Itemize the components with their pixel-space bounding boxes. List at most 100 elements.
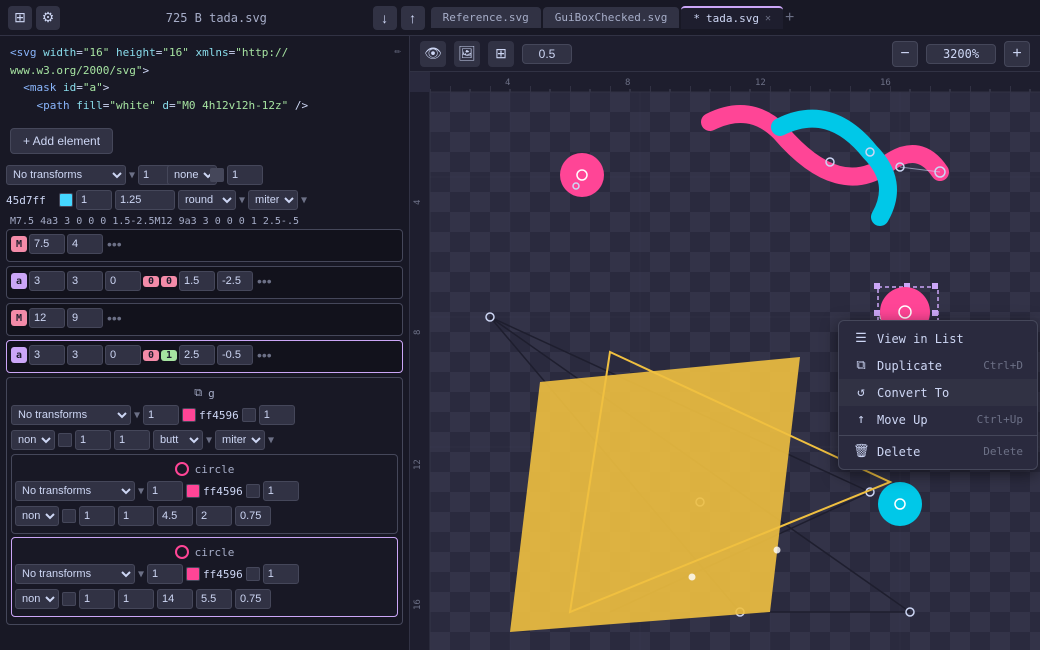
- svg-canvas[interactable]: 4 8 12 16 4 8 12 16: [410, 72, 1040, 650]
- circle2-val[interactable]: [263, 564, 299, 584]
- image-btn[interactable]: 🖼: [454, 41, 480, 67]
- group-stroke-swatch[interactable]: [242, 408, 256, 422]
- group-opacity[interactable]: [143, 405, 179, 425]
- circle1-transform[interactable]: No transforms: [15, 481, 135, 501]
- apps-icon-btn[interactable]: ⊞: [8, 6, 32, 30]
- circle2-v2[interactable]: [118, 589, 154, 609]
- seg-m2-x[interactable]: [29, 308, 65, 328]
- tab-reference[interactable]: Reference.svg: [431, 7, 541, 28]
- add-element-btn[interactable]: + Add element: [10, 128, 113, 154]
- circle2-opacity[interactable]: [147, 564, 183, 584]
- val-stroke-width[interactable]: [115, 190, 175, 210]
- circle1-val[interactable]: [263, 481, 299, 501]
- circle1-v5[interactable]: [235, 506, 271, 526]
- tab-add-btn[interactable]: +: [785, 9, 794, 27]
- segment-a1-row: a 0 0 •••: [11, 270, 398, 292]
- seg-m1-y[interactable]: [67, 234, 103, 254]
- seg-a1-x[interactable]: [179, 271, 215, 291]
- edit-icon[interactable]: ✏: [394, 42, 401, 60]
- val-1[interactable]: [227, 165, 263, 185]
- seg-a2-rx[interactable]: [29, 345, 65, 365]
- seg-a1-sweep[interactable]: 0: [161, 276, 177, 287]
- circle1-text: circle: [195, 463, 235, 476]
- group-none-select[interactable]: none: [11, 430, 55, 450]
- seg-a2-dots[interactable]: •••: [255, 347, 274, 363]
- linejoin-select[interactable]: miter: [248, 190, 298, 210]
- seg-a2-ry[interactable]: [67, 345, 103, 365]
- download-btn[interactable]: ↓: [373, 6, 397, 30]
- group-v1[interactable]: [75, 430, 111, 450]
- group-prop-row-1: No transforms ▼ ff4596: [11, 404, 398, 426]
- group-butt-select[interactable]: butt: [153, 430, 203, 450]
- linecap-select[interactable]: round: [178, 190, 236, 210]
- seg-tag-a1: a: [11, 273, 27, 289]
- code-area: <svg width="16" height="16" xmlns="http:…: [0, 36, 409, 122]
- circle1-none-select[interactable]: none: [15, 506, 59, 526]
- upload-btn[interactable]: ↑: [401, 6, 425, 30]
- seg-a1-large[interactable]: 0: [143, 276, 159, 287]
- circle1-v4[interactable]: [196, 506, 232, 526]
- seg-a2-rot[interactable]: [105, 345, 141, 365]
- segment-a2: a 0 1 •••: [6, 340, 403, 373]
- color-swatch-blue[interactable]: [59, 193, 73, 207]
- seg-m2-dots[interactable]: •••: [105, 310, 124, 326]
- circle1-stroke-swatch[interactable]: [246, 484, 260, 498]
- group-fill-swatch[interactable]: [182, 408, 196, 422]
- circle2-none-select[interactable]: none: [15, 589, 59, 609]
- topbar-filename: 725 B tada.svg: [66, 11, 367, 25]
- ctx-convert-to[interactable]: ↺ Convert To: [839, 379, 1037, 406]
- seg-a1-rot[interactable]: [105, 271, 141, 291]
- seg-a2-large[interactable]: 0: [143, 350, 159, 361]
- circle1-opacity[interactable]: [147, 481, 183, 501]
- circle2-stroke-swatch[interactable]: [246, 567, 260, 581]
- zoom-plus-btn[interactable]: +: [1004, 41, 1030, 67]
- seg-m2-y[interactable]: [67, 308, 103, 328]
- circle2-v1[interactable]: [79, 589, 115, 609]
- seg-m1-dots[interactable]: •••: [105, 236, 124, 252]
- seg-a1-rx[interactable]: [29, 271, 65, 291]
- ctx-move-up[interactable]: ↑ Move Up Ctrl+Up: [839, 406, 1037, 433]
- seg-a2-y[interactable]: [217, 345, 253, 365]
- circle2-v4[interactable]: [196, 589, 232, 609]
- circle2-v3[interactable]: [157, 589, 193, 609]
- seg-a2-sweep[interactable]: 1: [161, 350, 177, 361]
- color-swatch-empty-1[interactable]: [210, 168, 224, 182]
- circle1-v3[interactable]: [157, 506, 193, 526]
- seg-a1-ry[interactable]: [67, 271, 103, 291]
- grid-value-input[interactable]: [522, 44, 572, 64]
- seg-m1-x[interactable]: [29, 234, 65, 254]
- group-v2[interactable]: [114, 430, 150, 450]
- eye-btn[interactable]: 👁: [420, 41, 446, 67]
- circle1-v1[interactable]: [79, 506, 115, 526]
- circle1-v2[interactable]: [118, 506, 154, 526]
- circle2-prop-row-2: none: [15, 588, 394, 610]
- group-miter-select[interactable]: miter: [215, 430, 265, 450]
- val-stroke-1[interactable]: [76, 190, 112, 210]
- circle2-transform[interactable]: No transforms: [15, 564, 135, 584]
- tab-tada[interactable]: * tada.svg ✕: [681, 6, 783, 29]
- ctx-delete[interactable]: 🗑 Delete Delete: [839, 438, 1037, 465]
- seg-a1-dots[interactable]: •••: [255, 273, 274, 289]
- group-icon: ⧉: [194, 386, 202, 400]
- circle1-swatch2[interactable]: [62, 509, 76, 523]
- tab-tada-close[interactable]: ✕: [765, 13, 771, 24]
- group-swatch2[interactable]: [58, 433, 72, 447]
- circle2-swatch2[interactable]: [62, 592, 76, 606]
- circle2-fill[interactable]: [186, 567, 200, 581]
- grid-btn[interactable]: ⊞: [488, 41, 514, 67]
- tab-tada-modified-indicator: *: [693, 12, 700, 25]
- seg-tag-m2: M: [11, 310, 27, 326]
- group-val[interactable]: [259, 405, 295, 425]
- seg-a1-y[interactable]: [217, 271, 253, 291]
- ctx-duplicate[interactable]: ⧉ Duplicate Ctrl+D: [839, 352, 1037, 379]
- code-line-2: www.w3.org/2000/svg">: [10, 62, 399, 80]
- seg-a2-x[interactable]: [179, 345, 215, 365]
- group-transform-select[interactable]: No transforms: [11, 405, 131, 425]
- circle2-v5[interactable]: [235, 589, 271, 609]
- settings-icon-btn[interactable]: ⚙: [36, 6, 60, 30]
- ctx-view-in-list[interactable]: ☰ View in List: [839, 325, 1037, 352]
- tab-guiboxchecked[interactable]: GuiBoxChecked.svg: [543, 7, 680, 28]
- transform-select-1[interactable]: No transforms: [6, 165, 126, 185]
- circle1-fill[interactable]: [186, 484, 200, 498]
- zoom-minus-btn[interactable]: −: [892, 41, 918, 67]
